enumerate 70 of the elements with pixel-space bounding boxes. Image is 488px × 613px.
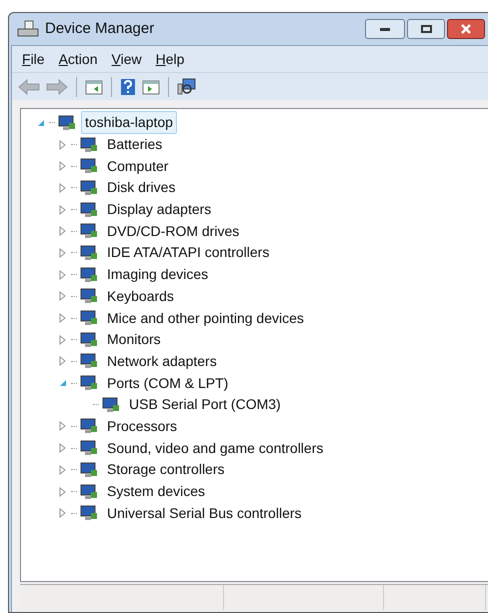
tree-item[interactable]: Disk drives	[103, 176, 180, 200]
panel-icon[interactable]	[85, 78, 103, 94]
tree-item[interactable]: Imaging devices	[103, 263, 212, 286]
tree-item[interactable]: Storage controllers	[103, 458, 229, 482]
tree-item[interactable]: Batteries	[103, 133, 166, 156]
tree-item[interactable]: Network adapters	[103, 350, 221, 373]
computer-icon	[17, 20, 39, 38]
collapsed-arrow-icon[interactable]	[59, 486, 67, 497]
collapsed-arrow-icon[interactable]	[59, 334, 67, 345]
tree-item[interactable]: System devices	[103, 480, 210, 504]
device-icon	[79, 417, 99, 436]
device-icon	[79, 330, 99, 349]
collapsed-arrow-icon[interactable]	[59, 270, 67, 280]
expanded-arrow-icon[interactable]	[59, 379, 67, 388]
collapsed-arrow-icon[interactable]	[59, 356, 67, 366]
collapsed-arrow-icon[interactable]	[59, 182, 67, 193]
collapsed-arrow-icon[interactable]	[59, 421, 67, 432]
tree-item[interactable]: Display adapters	[103, 198, 216, 222]
device-icon	[79, 136, 99, 154]
panel-icon[interactable]	[142, 78, 160, 94]
minimize-button[interactable]	[365, 19, 405, 39]
device-icon	[79, 352, 99, 370]
device-icon	[79, 244, 99, 262]
device-icon	[79, 287, 99, 306]
collapsed-arrow-icon[interactable]	[59, 248, 67, 258]
device-icon	[79, 439, 99, 458]
collapsed-arrow-icon[interactable]	[59, 226, 67, 236]
device-icon	[79, 222, 99, 240]
tree-item[interactable]: Keyboards	[103, 284, 178, 308]
device-icon	[79, 309, 99, 328]
device-icon	[79, 157, 99, 176]
collapsed-arrow-icon[interactable]	[59, 291, 67, 302]
tree-item[interactable]: Computer	[103, 154, 172, 178]
device-icon	[79, 460, 99, 479]
tree-item[interactable]: toshiba-laptop	[81, 111, 177, 134]
tree-item[interactable]: IDE ATA/ATAPI controllers	[103, 241, 274, 264]
tree-item[interactable]: Mice and other pointing devices	[103, 306, 308, 330]
close-icon	[460, 24, 472, 34]
scan-hardware-icon[interactable]	[177, 78, 197, 96]
collapsed-arrow-icon[interactable]	[59, 508, 67, 518]
menu-item[interactable]: Help	[150, 48, 190, 70]
collapsed-arrow-icon[interactable]	[59, 204, 67, 215]
tree-item[interactable]: Sound, video and game controllers	[103, 436, 328, 460]
collapsed-arrow-icon[interactable]	[59, 313, 67, 324]
device-icon	[79, 200, 99, 219]
tree-item[interactable]: Universal Serial Bus controllers	[103, 502, 306, 525]
collapsed-arrow-icon[interactable]	[59, 443, 67, 454]
menu-item[interactable]: Action	[52, 48, 104, 70]
expanded-arrow-icon[interactable]	[37, 118, 45, 127]
tree-item[interactable]: Processors	[103, 414, 182, 438]
collapsed-arrow-icon[interactable]	[59, 140, 67, 150]
close-button[interactable]	[447, 19, 485, 39]
tree-item[interactable]: Monitors	[103, 328, 165, 352]
device-icon	[79, 374, 99, 392]
device-icon	[79, 178, 99, 197]
help-icon[interactable]	[120, 78, 136, 96]
collapsed-arrow-icon[interactable]	[59, 464, 67, 475]
menu-item[interactable]: View	[106, 48, 148, 70]
window-title: Device Manager	[45, 18, 154, 39]
tree-item[interactable]: Ports (COM & LPT)	[103, 372, 232, 395]
device-icon	[79, 482, 99, 501]
device-icon	[57, 114, 77, 132]
device-icon	[79, 504, 99, 522]
tree-item[interactable]: USB Serial Port (COM3)	[125, 393, 285, 416]
maximize-button[interactable]	[407, 19, 445, 39]
device-icon	[101, 396, 121, 414]
tree-item[interactable]: DVD/CD-ROM drives	[103, 220, 244, 243]
device-icon	[79, 266, 99, 284]
collapsed-arrow-icon[interactable]	[59, 161, 67, 172]
menu-item[interactable]: File	[16, 48, 51, 70]
